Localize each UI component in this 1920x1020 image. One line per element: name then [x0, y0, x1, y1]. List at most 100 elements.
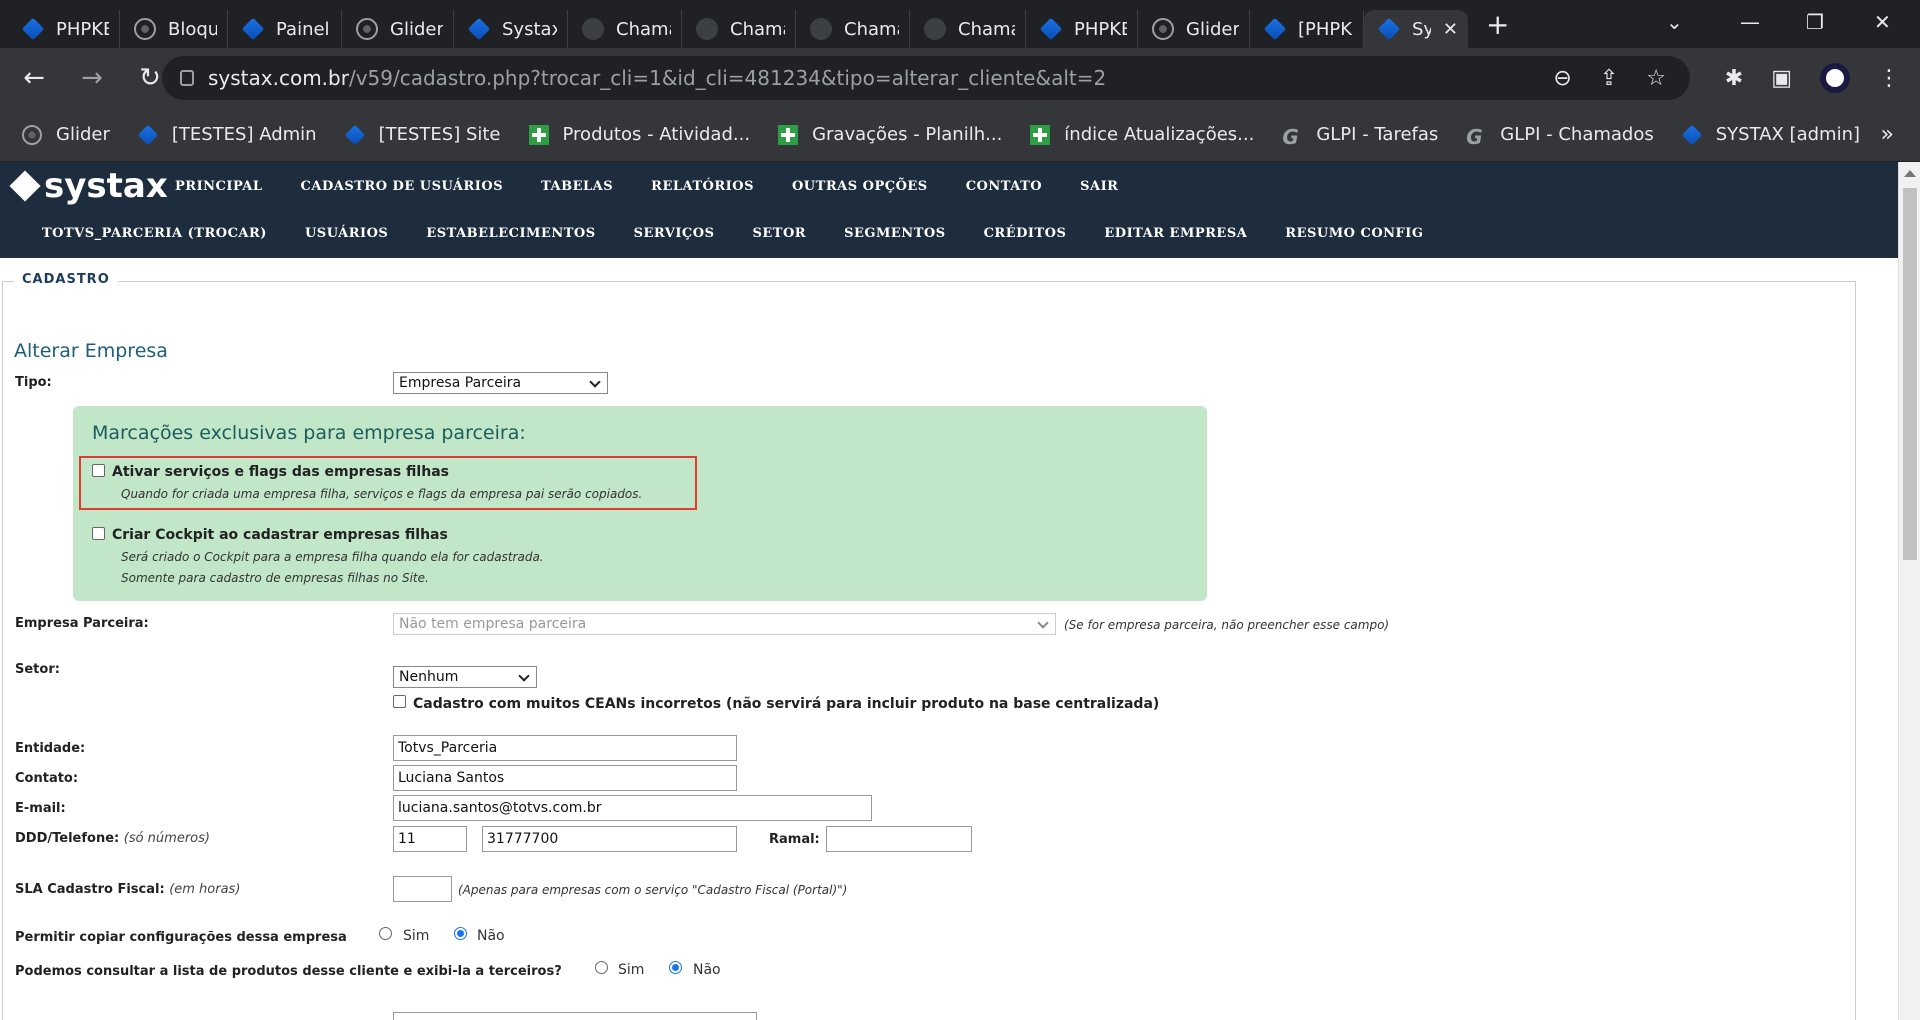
address-bar[interactable]: systax.com.br/v59/cadastro.php?trocar_cl… — [162, 56, 1690, 100]
primary-menu-item-1[interactable]: CADASTRO DE USUÁRIOS — [301, 179, 504, 194]
page-scrollbar[interactable] — [1898, 162, 1920, 1020]
ceans-label: Cadastro com muitos CEANs incorretos (nã… — [413, 696, 1160, 712]
criar-cockpit-desc-2: Somente para cadastro de empresas filhas… — [121, 571, 429, 585]
browser-tab-bar: PHPKB Bloque Painel A Glider Systax Chama Cham… — [0, 0, 1920, 48]
share-icon[interactable]: ⇪ — [1600, 66, 1618, 91]
email-input[interactable]: luciana.santos@totvs.com.br — [393, 795, 872, 821]
systax-logo[interactable]: systax — [9, 166, 168, 206]
primary-menu-item-2[interactable]: TABELAS — [541, 179, 613, 194]
dark-favicon-icon — [582, 18, 604, 40]
bookmark-star-icon[interactable]: ☆ — [1646, 66, 1666, 91]
secondary-menu-item-5[interactable]: SEGMENTOS — [844, 226, 945, 241]
ativar-servicos-checkbox[interactable] — [92, 464, 105, 477]
copy-config-nao-radio[interactable] — [454, 927, 467, 940]
secondary-menu-item-4[interactable]: SETOR — [753, 226, 807, 241]
extensions-icon[interactable]: ✱ — [1725, 66, 1743, 91]
bookmark-7[interactable]: G GLPI - Chamados — [1466, 124, 1653, 149]
minimize-button[interactable]: — — [1740, 0, 1760, 44]
primary-menu-item-5[interactable]: CONTATO — [966, 179, 1042, 194]
secondary-menu-item-0[interactable]: TOTVS_PARCERIA (TROCAR) — [42, 226, 267, 241]
restore-button[interactable]: ❐ — [1806, 0, 1824, 44]
tab-title: Glider — [1186, 18, 1239, 40]
secondary-menu-item-3[interactable]: SERVIÇOS — [634, 226, 715, 241]
tab-5[interactable]: Chama — [568, 10, 682, 48]
scroll-thumb[interactable] — [1903, 188, 1917, 560]
secondary-menu-item-7[interactable]: EDITAR EMPRESA — [1104, 226, 1247, 241]
tab-12[interactable]: Sy ✕ — [1364, 10, 1468, 48]
bookmark-5[interactable]: índice Atualizações... — [1030, 124, 1254, 145]
consult-nao-radio[interactable] — [669, 961, 682, 974]
next-field-input[interactable] — [393, 1012, 757, 1020]
back-button[interactable]: ← — [14, 63, 54, 93]
tab-8[interactable]: Chama — [910, 10, 1026, 48]
tab-4[interactable]: Systax — [454, 10, 568, 48]
tab-1[interactable]: Bloque — [120, 10, 228, 48]
ramal-input[interactable] — [826, 826, 972, 852]
secondary-menu-item-1[interactable]: USUÁRIOS — [305, 226, 388, 241]
scroll-up-arrow-icon[interactable] — [1904, 170, 1916, 177]
tipo-select[interactable]: Empresa Parceira — [393, 372, 608, 394]
copy-config-sim-label: Sim — [403, 928, 430, 944]
primary-menu-item-4[interactable]: OUTRAS OPÇÕES — [792, 179, 928, 194]
diamond-bookmark-icon — [1681, 124, 1702, 145]
diamond-favicon-icon — [241, 17, 265, 41]
tab-2[interactable]: Painel A — [228, 10, 342, 48]
contato-input[interactable]: Luciana Santos — [393, 765, 737, 791]
close-tab-icon[interactable]: ✕ — [1443, 19, 1458, 40]
chevron-down-icon — [589, 376, 601, 388]
tab-3[interactable]: Glider — [342, 10, 454, 48]
bookmark-label: [TESTES] Site — [378, 124, 501, 145]
primary-menu-item-3[interactable]: RELATÓRIOS — [651, 179, 754, 194]
new-tab-button[interactable]: + — [1486, 8, 1509, 41]
ramal-label: Ramal: — [769, 832, 820, 847]
setor-select[interactable]: Nenhum — [393, 666, 537, 688]
bookmark-8[interactable]: SYSTAX [admin] — [1681, 124, 1861, 145]
side-panel-icon[interactable]: ▣ — [1771, 66, 1792, 91]
consult-sim-radio[interactable] — [595, 961, 608, 974]
bookmark-1[interactable]: [TESTES] Admin — [137, 124, 317, 145]
tab-title: PHPKB — [1074, 18, 1127, 40]
consult-nao-label: Não — [693, 962, 721, 978]
tab-search-icon[interactable]: ⌄ — [1666, 0, 1683, 44]
tab-10[interactable]: Glider — [1138, 10, 1250, 48]
green-bookmark-icon — [528, 124, 549, 145]
diamond-bookmark-icon — [344, 124, 365, 145]
secondary-menu-item-8[interactable]: RESUMO CONFIG — [1285, 226, 1423, 241]
empresa-parceira-select[interactable]: Não tem empresa parceira — [393, 613, 1056, 635]
tab-7[interactable]: Chama — [796, 10, 910, 48]
tab-0[interactable]: PHPKB — [8, 10, 120, 48]
ceans-checkbox[interactable] — [393, 695, 406, 708]
bookmark-6[interactable]: G GLPI - Tarefas — [1282, 124, 1438, 149]
criar-cockpit-checkbox[interactable] — [92, 527, 105, 540]
zoom-icon[interactable]: ⊖ — [1553, 66, 1571, 91]
phone-input[interactable]: 31777700 — [482, 826, 737, 852]
tab-11[interactable]: [PHPKE — [1250, 10, 1364, 48]
bookmark-3[interactable]: Produtos - Atividad... — [528, 124, 750, 145]
bookmarks-more-button[interactable]: » — [1881, 122, 1894, 147]
setor-select-value: Nenhum — [399, 669, 459, 685]
close-window-button[interactable]: ✕ — [1874, 0, 1891, 44]
menu-icon[interactable]: ⋮ — [1878, 66, 1900, 91]
consult-products-label: Podemos consultar a lista de produtos de… — [15, 964, 562, 979]
primary-menu-item-6[interactable]: SAIR — [1080, 179, 1118, 194]
forward-button[interactable]: → — [72, 63, 112, 93]
globe-bookmark-icon — [22, 124, 42, 145]
secondary-menu-item-6[interactable]: CRÉDITOS — [984, 226, 1067, 241]
primary-menu-item-0[interactable]: PRINCIPAL — [175, 179, 263, 194]
tab-title: Chama — [958, 18, 1015, 40]
copy-config-sim-radio[interactable] — [379, 927, 392, 940]
tab-9[interactable]: PHPKB — [1026, 10, 1138, 48]
bookmark-label: SYSTAX [admin] — [1715, 124, 1861, 145]
bookmark-label: índice Atualizações... — [1064, 124, 1255, 145]
empresa-parceira-value: Não tem empresa parceira — [399, 616, 587, 632]
bookmark-2[interactable]: [TESTES] Site — [344, 124, 501, 145]
sla-input[interactable] — [393, 876, 452, 902]
ddd-input[interactable]: 11 — [393, 826, 467, 852]
profile-avatar[interactable] — [1820, 63, 1850, 93]
bookmark-4[interactable]: Gravações - Planilh... — [778, 124, 1002, 145]
bookmark-0[interactable]: Glider — [22, 124, 110, 145]
secondary-menu-item-2[interactable]: ESTABELECIMENTOS — [426, 226, 595, 241]
tab-title: [PHPKE — [1298, 18, 1353, 40]
tab-6[interactable]: Chama — [682, 10, 796, 48]
entidade-input[interactable]: Totvs_Parceria — [393, 735, 737, 761]
